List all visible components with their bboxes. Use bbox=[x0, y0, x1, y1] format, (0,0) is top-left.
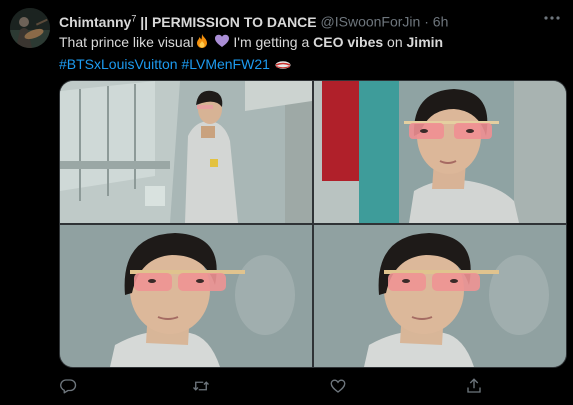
photo-4[interactable] bbox=[314, 225, 566, 367]
purple-heart-emoji-icon bbox=[214, 33, 230, 54]
tweet-text: That prince like visual I'm getting a CE… bbox=[59, 32, 559, 76]
tweet-time[interactable]: 6h bbox=[433, 14, 449, 30]
retweet-icon[interactable] bbox=[191, 377, 211, 397]
avatar[interactable] bbox=[10, 8, 50, 48]
fire-emoji-icon bbox=[194, 33, 210, 54]
more-horizontal-icon[interactable] bbox=[543, 10, 561, 26]
tweet-card[interactable]: Chimtanny7 || PERMISSION TO DANCE @ISwoo… bbox=[0, 0, 573, 405]
tweet-text-line2: #BTSxLouisVuitton #LVMenFW21 bbox=[59, 54, 559, 76]
share-icon[interactable] bbox=[465, 377, 485, 397]
tweet-text-line1: That prince like visual I'm getting a CE… bbox=[59, 32, 559, 54]
hashflag-icon bbox=[274, 56, 292, 76]
photo-3[interactable] bbox=[60, 225, 312, 367]
media-grid bbox=[59, 80, 567, 368]
photo-1[interactable] bbox=[60, 81, 312, 223]
hashtag-link[interactable]: #BTSxLouisVuitton bbox=[59, 56, 178, 72]
separator-dot: · bbox=[424, 13, 429, 30]
tweet-header: Chimtanny7 || PERMISSION TO DANCE @ISwoo… bbox=[59, 9, 543, 30]
user-handle[interactable]: @ISwoonForJin bbox=[321, 14, 421, 30]
tweet-actions bbox=[59, 377, 539, 397]
like-heart-icon[interactable] bbox=[329, 377, 349, 397]
hashtag-link[interactable]: #LVMenFW21 bbox=[181, 56, 269, 72]
photo-2[interactable] bbox=[314, 81, 566, 223]
display-name[interactable]: Chimtanny7 || PERMISSION TO DANCE bbox=[59, 13, 317, 30]
reply-icon[interactable] bbox=[59, 377, 79, 397]
